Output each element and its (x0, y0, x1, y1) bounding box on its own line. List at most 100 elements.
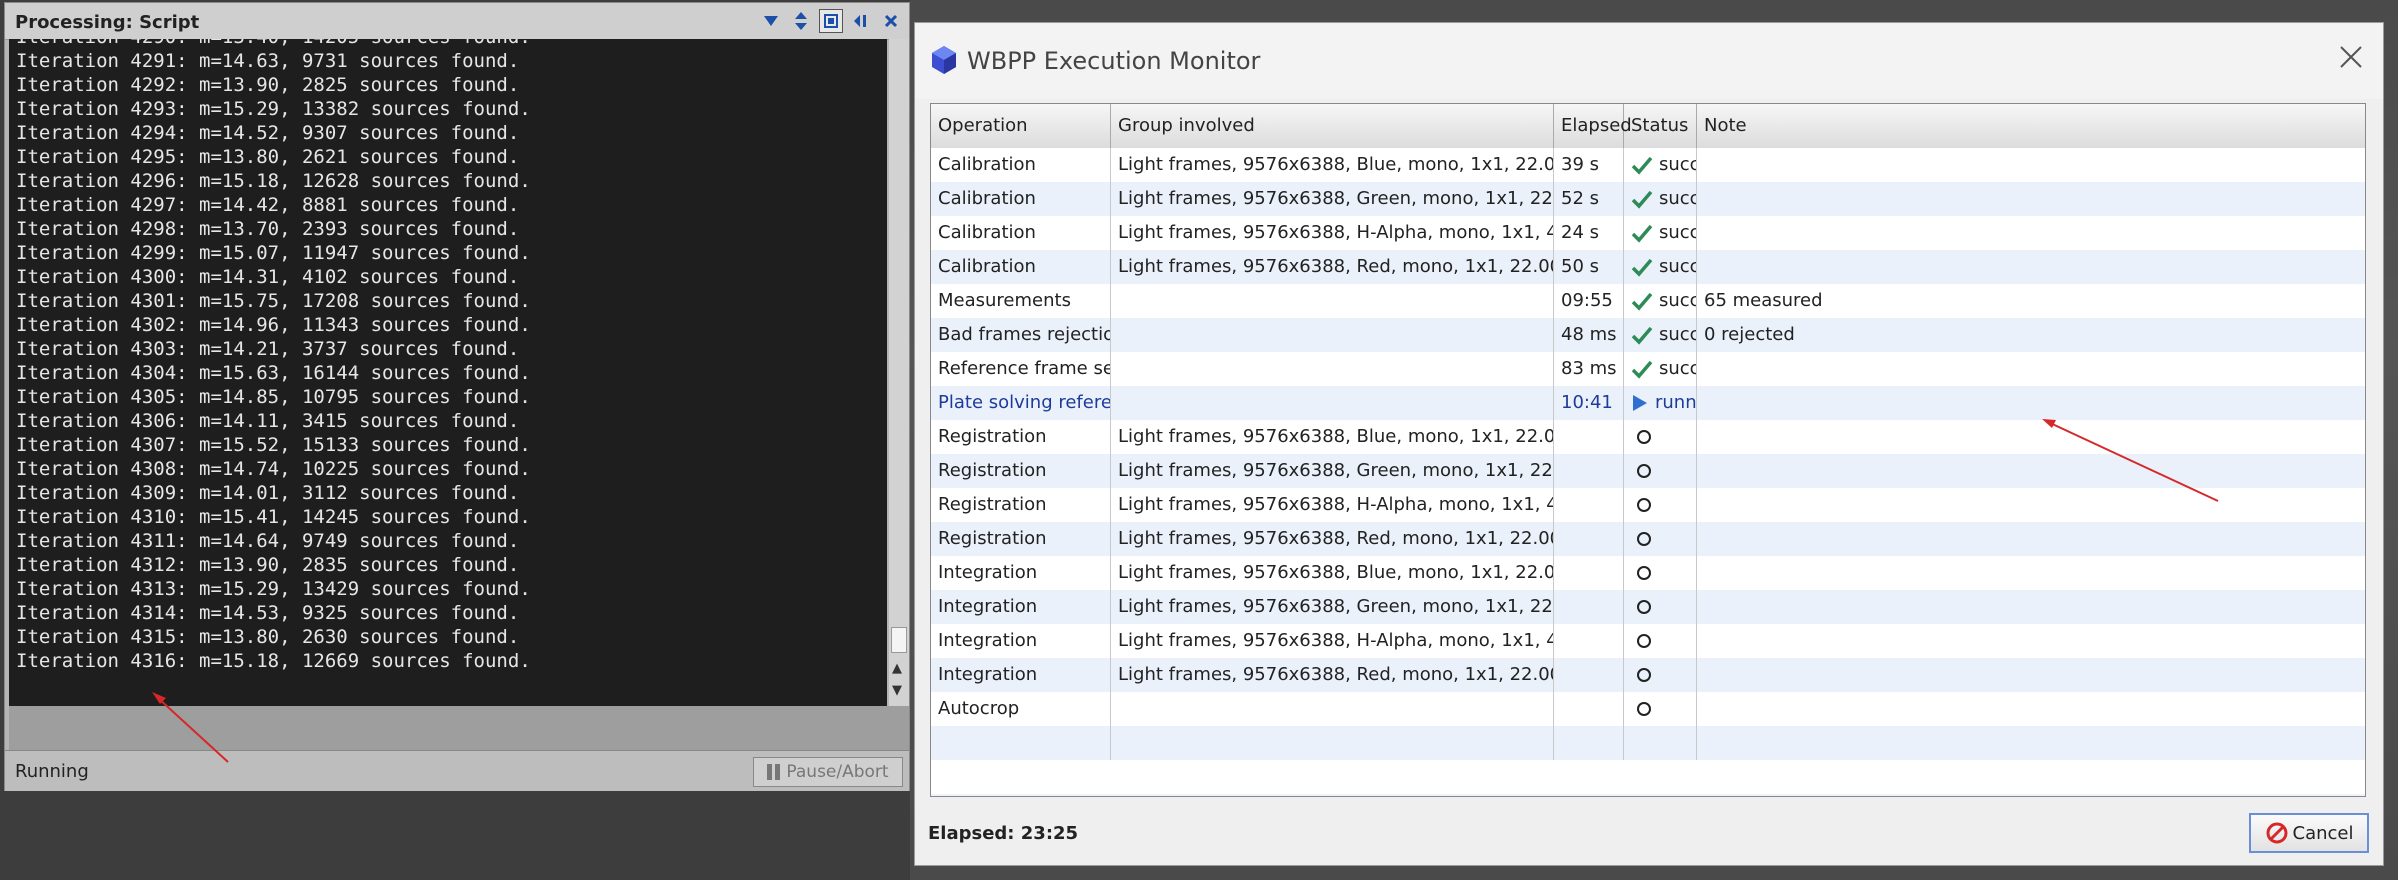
empty-cell (1111, 726, 1554, 760)
console-output[interactable]: Iteration 4290: m=13.40, 14205 sources f… (9, 39, 887, 706)
pending-circle-icon (1637, 566, 1651, 580)
cell-elapsed: 48 ms (1554, 318, 1624, 352)
table-row[interactable]: Autocrop (931, 692, 2365, 726)
column-header-group[interactable]: Group involved (1111, 104, 1554, 148)
cell-note (1697, 488, 2365, 522)
elapsed-total: Elapsed: 23:25 (928, 823, 1079, 844)
app-logo-icon (932, 46, 956, 74)
cell-elapsed: 09:55 (1554, 284, 1624, 318)
pause-abort-label: Pause/Abort (786, 762, 889, 782)
cell-status (1624, 420, 1697, 454)
cell-operation: Integration (931, 590, 1111, 624)
scroll-down-icon[interactable]: ▼ (892, 683, 902, 698)
column-header-note[interactable]: Note (1697, 104, 2365, 148)
console-log-line: Iteration 4296: m=15.18, 12628 sources f… (16, 170, 531, 192)
cell-elapsed (1554, 624, 1624, 658)
console-log-line: Iteration 4298: m=13.70, 2393 sources fo… (16, 218, 520, 240)
monitor-titlebar[interactable]: WBPP Execution Monitor (915, 23, 2383, 99)
cell-note (1697, 624, 2365, 658)
check-icon (1631, 258, 1653, 277)
cell-status (1624, 658, 1697, 692)
empty-cell (1111, 760, 1554, 794)
minimize-icon[interactable] (759, 9, 783, 33)
table-row[interactable]: Registration Light frames, 9576x6388, Gre… (931, 454, 2365, 488)
cell-operation: Bad frames rejection (931, 318, 1111, 352)
console-log-line: Iteration 4290: m=13.40, 14205 sources f… (16, 39, 531, 47)
pending-circle-icon (1637, 498, 1651, 512)
check-icon (1631, 360, 1653, 379)
cell-note (1697, 692, 2365, 726)
table-row[interactable]: Registration Light frames, 9576x6388, H-A… (931, 488, 2365, 522)
float-icon[interactable] (789, 9, 813, 33)
console-log-line: Iteration 4316: m=15.18, 12669 sources f… (16, 650, 531, 672)
cell-elapsed: 52 s (1554, 182, 1624, 216)
console-titlebar[interactable]: Processing: Script (5, 3, 909, 40)
console-log-line: Iteration 4307: m=15.52, 15133 sources f… (16, 434, 531, 456)
console-log-line: Iteration 4313: m=15.29, 13429 sources f… (16, 578, 531, 600)
cell-elapsed (1554, 488, 1624, 522)
table-row[interactable]: Registration Light frames, 9576x6388, Red… (931, 522, 2365, 556)
console-log-line: Iteration 4299: m=15.07, 11947 sources f… (16, 242, 531, 264)
status-label: success (1659, 154, 1696, 175)
check-icon (1631, 292, 1653, 311)
maximize-icon[interactable] (819, 9, 843, 33)
console-log-line: Iteration 4293: m=15.29, 13382 sources f… (16, 98, 531, 120)
table-row-empty (931, 760, 2365, 794)
status-label: running (1655, 392, 1697, 413)
table-row[interactable]: Integration Light frames, 9576x6388, Blue… (931, 556, 2365, 590)
empty-cell (931, 726, 1111, 760)
table-row[interactable]: Integration Light frames, 9576x6388, Gree… (931, 590, 2365, 624)
pending-circle-icon (1637, 634, 1651, 648)
cell-status (1624, 454, 1697, 488)
cell-elapsed (1554, 454, 1624, 488)
cell-status: success (1624, 250, 1697, 284)
cell-group: Light frames, 9576x6388, Red, mono, 1x1,… (1111, 658, 1554, 692)
console-log-line: Iteration 4306: m=14.11, 3415 sources fo… (16, 410, 520, 432)
table-row[interactable]: Calibration Light frames, 9576x6388, Red,… (931, 250, 2365, 284)
table-row[interactable]: Calibration Light frames, 9576x6388, Blue… (931, 148, 2365, 182)
cell-group: Light frames, 9576x6388, H-Alpha, mono, … (1111, 488, 1554, 522)
table-row[interactable]: Calibration Light frames, 9576x6388, Gree… (931, 182, 2365, 216)
table-row[interactable]: Integration Light frames, 9576x6388, H-Al… (931, 624, 2365, 658)
cancel-button[interactable]: Cancel (2249, 813, 2369, 853)
console-log-line: Iteration 4312: m=13.90, 2835 sources fo… (16, 554, 520, 576)
table-row[interactable]: Plate solving reference frames 10:41 runni… (931, 386, 2365, 420)
console-log-line: Iteration 4297: m=14.42, 8881 sources fo… (16, 194, 520, 216)
console-log-line: Iteration 4311: m=14.64, 9749 sources fo… (16, 530, 520, 552)
cell-status (1624, 488, 1697, 522)
status-label: success (1659, 256, 1696, 277)
console-log-line: Iteration 4294: m=14.52, 9307 sources fo… (16, 122, 520, 144)
table-row[interactable]: Measurements 09:55 success 65 measured (931, 284, 2365, 318)
scroll-up-icon[interactable]: ▲ (892, 661, 902, 676)
table-row[interactable]: Registration Light frames, 9576x6388, Blu… (931, 420, 2365, 454)
cell-note: 0 rejected (1704, 324, 1795, 345)
cell-status: success (1624, 148, 1697, 182)
cell-status (1624, 590, 1697, 624)
cell-status (1624, 624, 1697, 658)
table-row[interactable]: Bad frames rejection 48 ms success 0 reject… (931, 318, 2365, 352)
cell-note (1697, 250, 2365, 284)
console-input-area (9, 706, 909, 750)
pause-abort-button[interactable]: Pause/Abort (753, 757, 903, 787)
cell-group: Light frames, 9576x6388, Red, mono, 1x1,… (1111, 522, 1554, 556)
console-log-line: Iteration 4308: m=14.74, 10225 sources f… (16, 458, 531, 480)
console-scrollbar[interactable]: ▲ ▼ (889, 39, 909, 706)
cell-status (1624, 692, 1697, 726)
table-row[interactable]: Reference frame selection 83 ms success (931, 352, 2365, 386)
cell-elapsed (1554, 420, 1624, 454)
close-icon[interactable] (879, 9, 903, 33)
pending-circle-icon (1637, 532, 1651, 546)
cell-operation: Plate solving reference frames (931, 386, 1111, 420)
scrollbar-thumb[interactable] (891, 627, 907, 653)
cell-status: success (1624, 216, 1697, 250)
column-header-elapsed[interactable]: Elapsed (1554, 104, 1632, 148)
cell-group: Light frames, 9576x6388, H-Alpha, mono, … (1111, 216, 1554, 250)
table-row[interactable]: Integration Light frames, 9576x6388, Red,… (931, 658, 2365, 692)
column-header-status[interactable]: Status (1624, 104, 1697, 148)
shade-icon[interactable] (849, 9, 873, 33)
table-row[interactable]: Calibration Light frames, 9576x6388, H-Al… (931, 216, 2365, 250)
cell-elapsed: 50 s (1554, 250, 1624, 284)
column-header-operation[interactable]: Operation (931, 104, 1111, 148)
cell-status: success (1624, 352, 1697, 386)
close-icon[interactable] (2337, 43, 2365, 71)
